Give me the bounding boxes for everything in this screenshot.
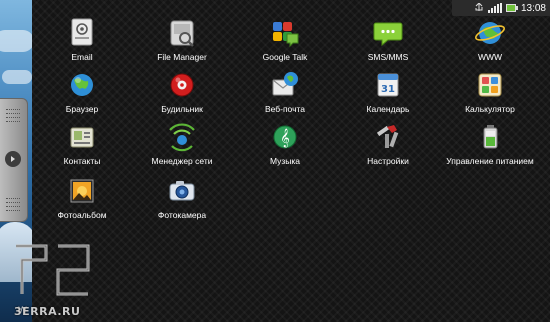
wallpaper-cloud xyxy=(2,70,32,84)
app-alarm[interactable]: Будильник xyxy=(132,68,232,128)
app-label: Фотокамера xyxy=(157,210,207,220)
app-label: Email xyxy=(71,52,93,62)
watermark-logo: 3ERRA.RU xyxy=(10,240,100,318)
app-sms-mms[interactable]: SMS/MMS xyxy=(338,16,438,76)
photo-album-icon xyxy=(70,179,94,203)
app-photo-album[interactable]: Фотоальбом xyxy=(32,174,132,234)
app-label: Будильник xyxy=(161,104,203,114)
www-globe-icon xyxy=(475,22,505,44)
email-icon xyxy=(71,18,93,46)
app-network-manager[interactable]: Менеджер сети xyxy=(132,120,232,180)
app-label: Музыка xyxy=(269,156,301,166)
app-label: Настройки xyxy=(367,156,409,166)
app-label: Калькулятор xyxy=(465,104,515,114)
app-label: Календарь xyxy=(366,104,410,114)
app-www[interactable]: WWW xyxy=(440,16,540,76)
app-email[interactable]: Email xyxy=(32,16,132,76)
launcher-handle[interactable] xyxy=(0,98,28,222)
wallpaper-cloud xyxy=(0,30,32,52)
status-bar: 13:08 xyxy=(452,0,550,16)
app-label: Управление питанием xyxy=(446,156,534,166)
power-management-icon xyxy=(483,125,498,149)
watermark-text: 3ERRA.RU xyxy=(14,305,81,318)
app-google-talk[interactable]: Google Talk xyxy=(235,16,335,76)
watermark-emblem xyxy=(16,244,90,296)
battery-icon xyxy=(505,3,518,13)
handle-grip xyxy=(6,198,20,203)
app-label: Браузер xyxy=(65,104,99,114)
app-label: Google Talk xyxy=(262,52,308,62)
app-power-management[interactable]: Управление питанием xyxy=(440,120,540,180)
app-browser[interactable]: Браузер xyxy=(32,68,132,128)
network-manager-icon xyxy=(169,123,195,152)
handle-grip xyxy=(6,117,20,122)
webmail-icon xyxy=(272,72,298,96)
app-calculator[interactable]: Калькулятор xyxy=(440,68,540,128)
app-label: File Manager xyxy=(157,52,207,62)
sms-icon xyxy=(373,22,403,47)
app-music[interactable]: 𝄞 Музыка xyxy=(235,120,335,180)
handle-grip xyxy=(6,109,20,114)
app-settings[interactable]: Настройки xyxy=(338,120,438,180)
app-drawer[interactable]: Email File Manager Google Talk SMS/MMS W… xyxy=(32,0,550,322)
camera-icon xyxy=(169,181,195,201)
google-talk-icon xyxy=(273,22,299,48)
app-label: Контакты xyxy=(63,156,101,166)
app-label: Менеджер сети xyxy=(151,156,213,166)
handle-grip xyxy=(6,206,20,211)
status-time: 13:08 xyxy=(520,2,546,14)
music-icon: 𝄞 xyxy=(273,125,297,149)
contacts-icon xyxy=(70,127,94,148)
chevron-right-icon xyxy=(5,151,21,167)
browser-globe-icon xyxy=(71,74,93,96)
calculator-icon xyxy=(478,73,502,97)
app-label: Веб-почта xyxy=(264,104,306,114)
app-contacts[interactable]: Контакты xyxy=(32,120,132,180)
app-file-manager[interactable]: File Manager xyxy=(132,16,232,76)
svg-text:31: 31 xyxy=(381,84,395,95)
svg-text:𝄞: 𝄞 xyxy=(280,128,289,148)
file-manager-icon xyxy=(170,20,194,47)
settings-icon xyxy=(376,125,399,148)
app-calendar[interactable]: 31 Календарь xyxy=(338,68,438,128)
usb-icon xyxy=(474,3,484,13)
app-label: WWW xyxy=(477,52,503,62)
app-label: Фотоальбом xyxy=(57,210,107,220)
app-camera[interactable]: Фотокамера xyxy=(132,174,232,234)
app-webmail[interactable]: Веб-почта xyxy=(235,68,335,128)
calendar-icon: 31 xyxy=(377,73,399,97)
app-label: SMS/MMS xyxy=(367,52,409,62)
signal-icon xyxy=(487,3,503,13)
alarm-icon xyxy=(170,73,194,97)
